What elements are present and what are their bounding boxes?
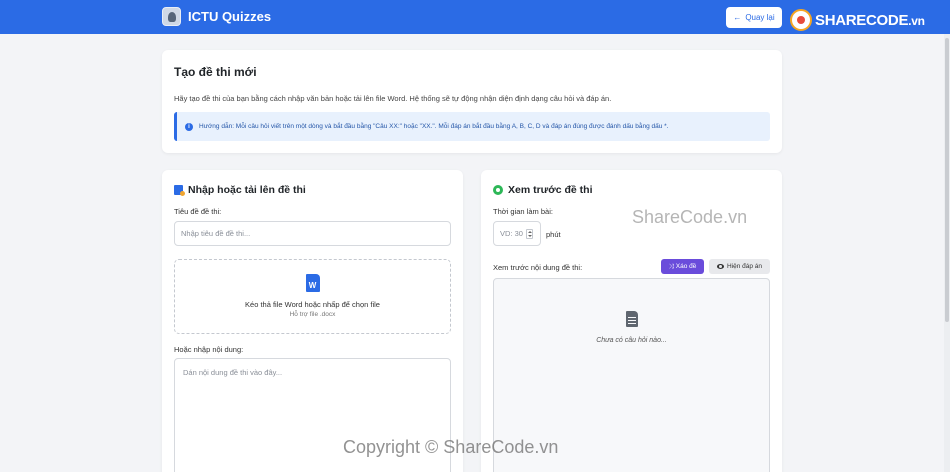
guide-alert: i Hướng dẫn: Mỗi câu hỏi viết trên một d… — [174, 112, 770, 141]
app-name: ICTU Quizzes — [188, 9, 272, 24]
word-upload-icon — [174, 185, 185, 196]
info-icon: i — [185, 122, 193, 131]
document-icon — [625, 311, 638, 327]
sharecode-logo-text: SHARECODE — [815, 11, 909, 29]
arrow-left-icon: ← — [733, 13, 742, 22]
time-input[interactable]: VD: 30 — [493, 221, 541, 246]
shuffle-button-label: Xáo đề — [675, 263, 697, 270]
dropzone-sub-text: Hỗ trợ file .docx — [289, 311, 336, 318]
show-answer-button-label: Hiện đáp án — [726, 263, 763, 270]
shuffle-button[interactable]: ⤨ Xáo đề — [661, 259, 704, 274]
empty-preview-text: Chưa có câu hỏi nào... — [596, 337, 667, 344]
guide-alert-text: Hướng dẫn: Mỗi câu hỏi viết trên một dòn… — [199, 123, 669, 130]
sharecode-logo-suffix: .vn — [908, 13, 925, 28]
app-logo-icon — [162, 7, 181, 26]
watermark-middle: ShareCode.vn — [632, 207, 748, 227]
dropzone-main-text: Kéo thả file Word hoặc nhấp để chọn file — [245, 300, 380, 309]
show-answer-button[interactable]: Hiện đáp án — [709, 259, 770, 274]
brand[interactable]: ICTU Quizzes — [162, 7, 271, 26]
top-navbar: ICTU Quizzes ← Quay lại SHARECODE.vn — [0, 0, 950, 34]
scrollbar-thumb[interactable] — [945, 38, 949, 322]
sharecode-logo: SHARECODE.vn — [790, 9, 925, 31]
time-label: Thời gian làm bài: — [493, 207, 553, 216]
back-button[interactable]: ← Quay lại — [726, 7, 782, 28]
exam-title-input[interactable]: Nhập tiêu đề đề thi... — [174, 221, 451, 246]
watermark-bottom: Copyright © ShareCode.vn — [343, 437, 559, 457]
file-dropzone[interactable]: W Kéo thả file Word hoặc nhấp để chọn fi… — [174, 259, 451, 334]
time-input-placeholder: VD: 30 — [500, 229, 523, 238]
time-unit: phút — [546, 230, 561, 239]
preview-content-label: Xem trước nội dung đề thi: — [493, 263, 583, 272]
exam-title-label: Tiêu đề đề thi: — [174, 207, 222, 216]
upload-panel-title: Nhập hoặc tải lên đề thi — [188, 184, 306, 196]
word-file-icon: W — [305, 274, 320, 292]
eye-icon — [716, 264, 724, 269]
upload-card: Nhập hoặc tải lên đề thi Tiêu đề đề thi:… — [162, 170, 463, 472]
sharecode-logo-icon — [790, 9, 812, 31]
eye-icon — [493, 185, 503, 195]
intro-card: Tạo đề thi mới Hãy tạo đề thi của bạn bằ… — [162, 50, 782, 153]
shuffle-icon: ⤨ — [668, 262, 674, 270]
content-label: Hoặc nhập nội dung: — [174, 345, 244, 354]
back-button-label: Quay lại — [745, 13, 775, 22]
number-spinner-icon[interactable] — [525, 228, 533, 239]
intro-description: Hãy tạo đề thi của bạn bằng cách nhập vă… — [174, 94, 612, 103]
preview-panel-title: Xem trước đề thi — [508, 184, 593, 196]
page-title: Tạo đề thi mới — [174, 65, 257, 79]
